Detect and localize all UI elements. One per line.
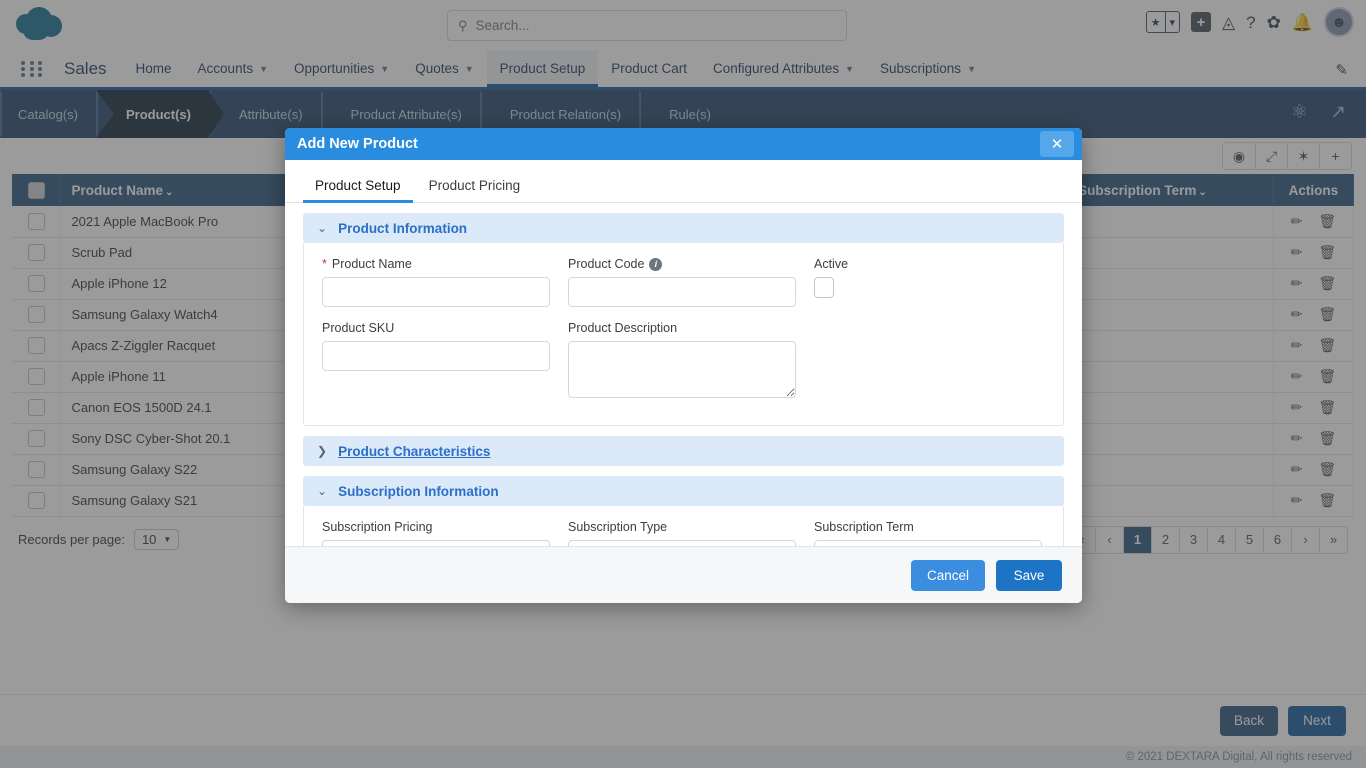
field-subscription-term: Subscription Term (814, 520, 1042, 546)
field-label: Subscription Term (814, 520, 1042, 534)
label-text: Subscription Pricing (322, 520, 432, 534)
field-product-sku: Product SKU (322, 321, 550, 403)
info-icon[interactable]: i (649, 258, 662, 271)
field-label: * Product Name (322, 257, 550, 271)
section-product-characteristics: ❯ Product Characteristics (303, 436, 1064, 466)
product-description-textarea[interactable] (568, 341, 796, 398)
product-name-input[interactable] (322, 277, 550, 307)
label-text: Product Description (568, 321, 677, 335)
field-label: Product Description (568, 321, 796, 335)
label-text: Product SKU (322, 321, 394, 335)
modal-body[interactable]: Product Setup Product Pricing ⌄ Product … (285, 160, 1082, 546)
subscription-type-input[interactable] (568, 540, 796, 546)
field-subscription-pricing: Subscription Pricing (322, 520, 550, 546)
modal-tabs: Product Setup Product Pricing (285, 160, 1082, 203)
label-text: Subscription Term (814, 520, 914, 534)
required-asterisk: * (322, 257, 327, 271)
label-text: Active (814, 257, 848, 271)
field-label: Product Code i (568, 257, 796, 271)
active-checkbox[interactable] (814, 277, 834, 298)
subscription-term-input[interactable] (814, 540, 1042, 546)
field-label: Subscription Pricing (322, 520, 550, 534)
modal-title: Add New Product (297, 136, 418, 152)
field-product-name: * Product Name (322, 257, 550, 307)
section-title: Product Information (338, 221, 467, 236)
section-product-information: ⌄ Product Information * Product Name (303, 213, 1064, 426)
cancel-button[interactable]: Cancel (911, 560, 985, 591)
product-sku-input[interactable] (322, 341, 550, 371)
field-subscription-type: Subscription Type (568, 520, 796, 546)
product-code-input[interactable] (568, 277, 796, 307)
tab-product-pricing[interactable]: Product Pricing (417, 172, 533, 202)
section-product-characteristics-header[interactable]: ❯ Product Characteristics (303, 436, 1064, 466)
section-product-information-body: * Product Name Product Code i (303, 243, 1064, 426)
section-title: Subscription Information (338, 484, 499, 499)
field-label: Subscription Type (568, 520, 796, 534)
field-active: Active (814, 257, 934, 307)
chevron-down-icon[interactable]: ⌄ (317, 484, 327, 498)
field-product-code: Product Code i (568, 257, 796, 307)
label-text: Product Name (332, 257, 412, 271)
save-button[interactable]: Save (996, 560, 1062, 591)
label-text: Product Code (568, 257, 644, 271)
field-label: Product SKU (322, 321, 550, 335)
chevron-right-icon[interactable]: ❯ (317, 444, 327, 458)
field-label: Active (814, 257, 934, 271)
section-product-information-header[interactable]: ⌄ Product Information (303, 213, 1064, 243)
close-icon[interactable]: ✕ (1040, 131, 1074, 157)
field-product-description: Product Description (568, 321, 796, 403)
modal-footer: Cancel Save (285, 546, 1082, 603)
label-text: Subscription Type (568, 520, 667, 534)
section-title: Product Characteristics (338, 444, 490, 459)
section-subscription-information-header[interactable]: ⌄ Subscription Information (303, 476, 1064, 506)
application-root: ⚲ Search... ★ ▾ + ◬ ? ✿ 🔔 ☻ Sales Home A… (0, 0, 1366, 768)
section-subscription-information: ⌄ Subscription Information Subscription … (303, 476, 1064, 546)
field-spacer (814, 321, 934, 403)
modal-header: Add New Product ✕ (285, 128, 1082, 160)
tab-product-setup[interactable]: Product Setup (303, 172, 413, 202)
chevron-down-icon[interactable]: ⌄ (317, 221, 327, 235)
subscription-pricing-input[interactable] (322, 540, 550, 546)
section-subscription-information-body: Subscription Pricing Subscription Type (303, 506, 1064, 546)
add-new-product-modal: Add New Product ✕ Product Setup Product … (285, 128, 1082, 603)
